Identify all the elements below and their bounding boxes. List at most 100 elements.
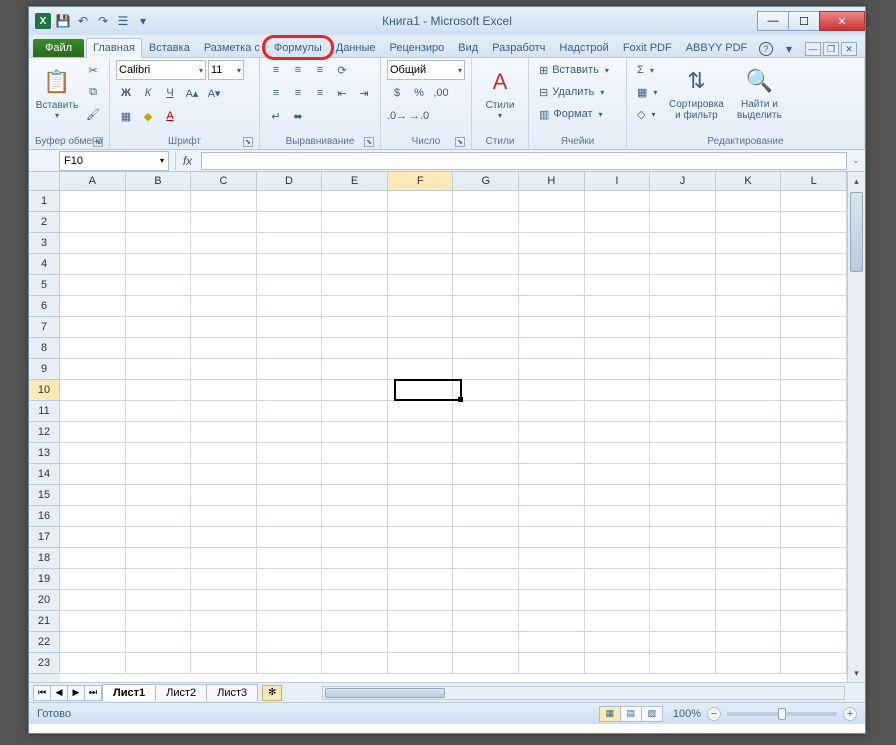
delete-cells-button[interactable]: ⊟Удалить▾ [535, 82, 608, 102]
row-header-23[interactable]: 23 [29, 653, 60, 674]
cell[interactable] [60, 275, 126, 296]
sort-filter-button[interactable]: ⇅ Сортировка и фильтр [665, 60, 727, 126]
cell[interactable] [257, 527, 323, 548]
cell[interactable] [60, 422, 126, 443]
currency-button[interactable]: $ [387, 83, 407, 103]
cell[interactable] [322, 212, 388, 233]
col-header-E[interactable]: E [322, 172, 388, 191]
find-select-button[interactable]: 🔍 Найти и выделить [731, 60, 787, 126]
cell[interactable] [650, 548, 716, 569]
cell[interactable] [716, 401, 782, 422]
merge-button[interactable]: ⬌ [288, 106, 308, 126]
cell[interactable] [650, 569, 716, 590]
row-header-8[interactable]: 8 [29, 338, 60, 359]
increase-indent-button[interactable]: ⇥ [354, 83, 374, 103]
cell[interactable] [191, 233, 257, 254]
view-page-break-button[interactable]: ▧ [641, 706, 663, 722]
autosum-button[interactable]: Σ▾ [633, 60, 661, 80]
cell[interactable] [716, 422, 782, 443]
cell[interactable] [781, 506, 847, 527]
cell[interactable] [781, 485, 847, 506]
cell[interactable] [519, 296, 585, 317]
cell[interactable] [453, 254, 519, 275]
cell[interactable] [650, 254, 716, 275]
select-all-corner[interactable] [29, 172, 60, 191]
cell[interactable] [257, 254, 323, 275]
cell[interactable] [716, 380, 782, 401]
cell[interactable] [519, 464, 585, 485]
scroll-down-button[interactable]: ▾ [848, 664, 865, 682]
cell[interactable] [60, 359, 126, 380]
cell[interactable] [191, 527, 257, 548]
cell[interactable] [322, 527, 388, 548]
align-center-button[interactable]: ≡ [288, 83, 308, 103]
cell[interactable] [322, 254, 388, 275]
workbook-close-button[interactable]: ✕ [841, 42, 857, 56]
formula-input[interactable] [201, 152, 847, 170]
cell[interactable] [716, 464, 782, 485]
cell[interactable] [126, 590, 192, 611]
insert-cells-button[interactable]: ⊞Вставить▾ [535, 60, 613, 80]
cell[interactable] [126, 653, 192, 674]
number-format-combo[interactable]: Общий▾ [387, 60, 465, 80]
col-header-J[interactable]: J [650, 172, 716, 191]
col-header-L[interactable]: L [781, 172, 847, 191]
ribbon-tab-5[interactable]: Рецензиро [383, 38, 452, 57]
cell[interactable] [650, 380, 716, 401]
cell[interactable] [519, 233, 585, 254]
cell[interactable] [388, 485, 454, 506]
close-button[interactable]: ✕ [819, 11, 865, 31]
cell[interactable] [453, 632, 519, 653]
cell[interactable] [781, 401, 847, 422]
cell[interactable] [60, 233, 126, 254]
cell[interactable] [781, 191, 847, 212]
cell[interactable] [126, 443, 192, 464]
comma-style-button[interactable]: ,00 [431, 83, 451, 103]
cell[interactable] [322, 359, 388, 380]
cell[interactable] [322, 548, 388, 569]
cell[interactable] [322, 653, 388, 674]
cell[interactable] [388, 317, 454, 338]
cell[interactable] [388, 506, 454, 527]
cell[interactable] [191, 254, 257, 275]
cell[interactable] [126, 338, 192, 359]
cell[interactable] [781, 359, 847, 380]
row-header-9[interactable]: 9 [29, 359, 60, 380]
cell[interactable] [453, 611, 519, 632]
vertical-scrollbar[interactable]: ▴ ▾ [847, 172, 865, 682]
cell[interactable] [716, 212, 782, 233]
cell[interactable] [585, 527, 651, 548]
cell[interactable] [585, 338, 651, 359]
cell[interactable] [322, 380, 388, 401]
cell[interactable] [453, 569, 519, 590]
clipboard-launcher[interactable]: ⬊ [93, 137, 103, 147]
cell[interactable] [126, 380, 192, 401]
ribbon-tab-4[interactable]: Данные [329, 38, 383, 57]
decrease-decimal-button[interactable]: →.0 [409, 106, 429, 126]
cell[interactable] [585, 359, 651, 380]
qat-print-icon[interactable]: ☰ [115, 13, 131, 29]
cell[interactable] [191, 338, 257, 359]
cell[interactable] [585, 506, 651, 527]
number-launcher[interactable]: ⬊ [455, 137, 465, 147]
font-launcher[interactable]: ⬊ [243, 137, 253, 147]
cell[interactable] [60, 506, 126, 527]
cell[interactable] [585, 275, 651, 296]
cell[interactable] [322, 233, 388, 254]
zoom-slider[interactable] [727, 712, 837, 716]
cell[interactable] [322, 506, 388, 527]
cell[interactable] [519, 443, 585, 464]
cell[interactable] [519, 317, 585, 338]
row-header-13[interactable]: 13 [29, 443, 60, 464]
cell[interactable] [781, 569, 847, 590]
cell[interactable] [60, 380, 126, 401]
ribbon-tab-7[interactable]: Разработч [485, 38, 552, 57]
cell[interactable] [257, 653, 323, 674]
workbook-minimize-button[interactable]: — [805, 42, 821, 56]
cell[interactable] [257, 548, 323, 569]
border-button[interactable]: ▦ [116, 106, 136, 126]
cell[interactable] [322, 569, 388, 590]
cell[interactable] [388, 338, 454, 359]
cell[interactable] [126, 191, 192, 212]
cell[interactable] [60, 590, 126, 611]
